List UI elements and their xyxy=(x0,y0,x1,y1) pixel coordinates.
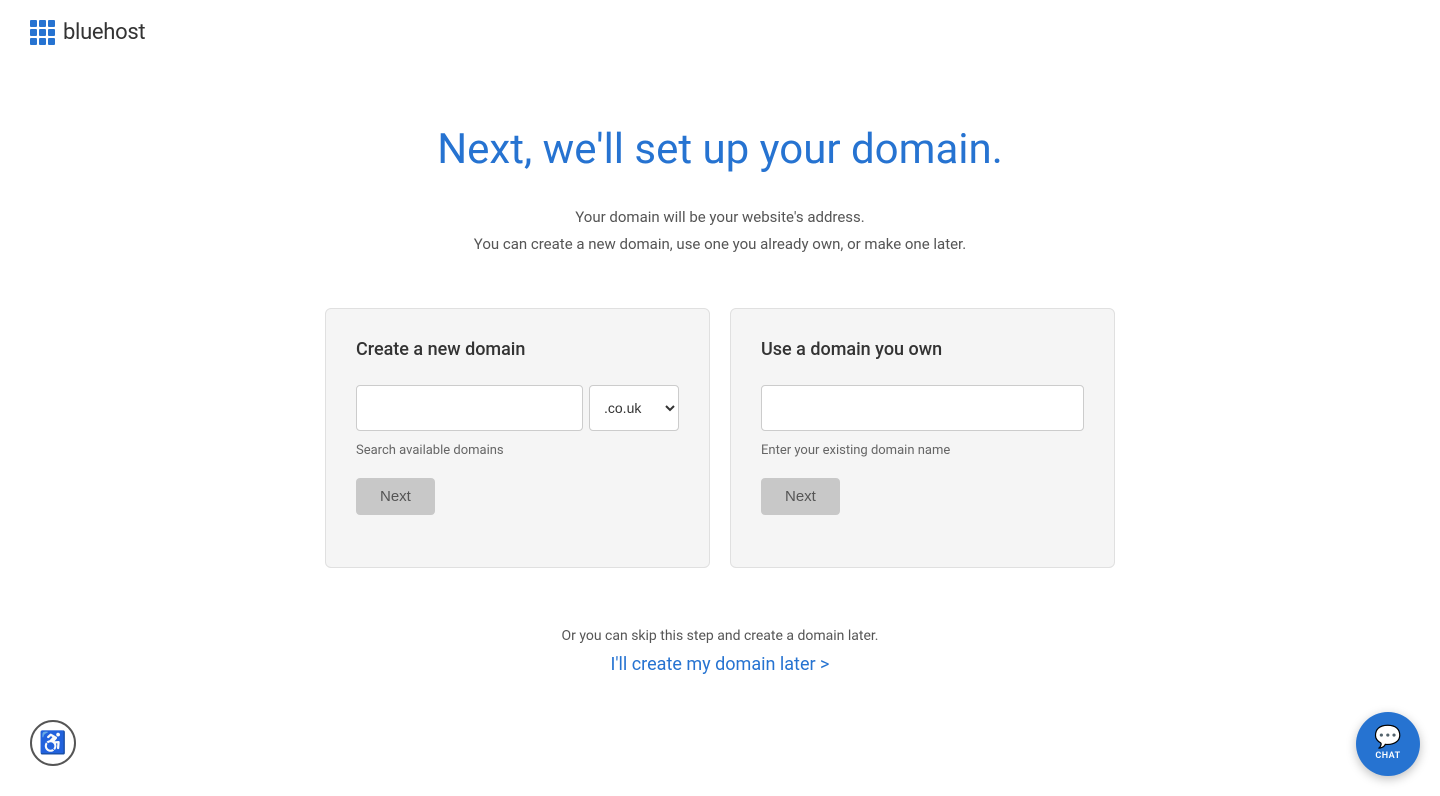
existing-domain-input[interactable] xyxy=(761,385,1084,431)
skip-section: Or you can skip this step and create a d… xyxy=(562,628,879,675)
use-domain-hint: Enter your existing domain name xyxy=(761,443,1084,458)
create-domain-next-button[interactable]: Next xyxy=(356,478,435,515)
create-domain-input-row: .co.uk .com .net .org .info xyxy=(356,385,679,431)
logo-text: bluehost xyxy=(63,20,145,45)
chat-label: CHAT xyxy=(1375,751,1400,761)
create-domain-card: Create a new domain .co.uk .com .net .or… xyxy=(325,308,710,568)
chat-bubble-icon: 💬 xyxy=(1374,727,1401,749)
subtitle-block: Your domain will be your website's addre… xyxy=(474,204,966,258)
accessibility-icon: ♿ xyxy=(39,731,66,756)
tld-select[interactable]: .co.uk .com .net .org .info xyxy=(589,385,679,431)
use-domain-card: Use a domain you own Enter your existing… xyxy=(730,308,1115,568)
accessibility-button[interactable]: ♿ xyxy=(30,720,76,766)
skip-text: Or you can skip this step and create a d… xyxy=(562,628,879,644)
create-domain-card-title: Create a new domain xyxy=(356,339,679,360)
header: bluehost xyxy=(0,0,1440,65)
domain-search-input[interactable] xyxy=(356,385,583,431)
cards-container: Create a new domain .co.uk .com .net .or… xyxy=(325,308,1115,568)
use-domain-next-button[interactable]: Next xyxy=(761,478,840,515)
logo-grid-icon xyxy=(30,20,55,45)
subtitle-line-2: You can create a new domain, use one you… xyxy=(474,231,966,258)
subtitle-line-1: Your domain will be your website's addre… xyxy=(474,204,966,231)
skip-link[interactable]: I'll create my domain later > xyxy=(611,654,830,675)
main-content: Next, we'll set up your domain. Your dom… xyxy=(0,65,1440,675)
create-domain-hint: Search available domains xyxy=(356,443,679,458)
use-domain-card-title: Use a domain you own xyxy=(761,339,1084,360)
chat-button[interactable]: 💬 CHAT xyxy=(1356,712,1420,776)
page-title: Next, we'll set up your domain. xyxy=(437,125,1003,174)
